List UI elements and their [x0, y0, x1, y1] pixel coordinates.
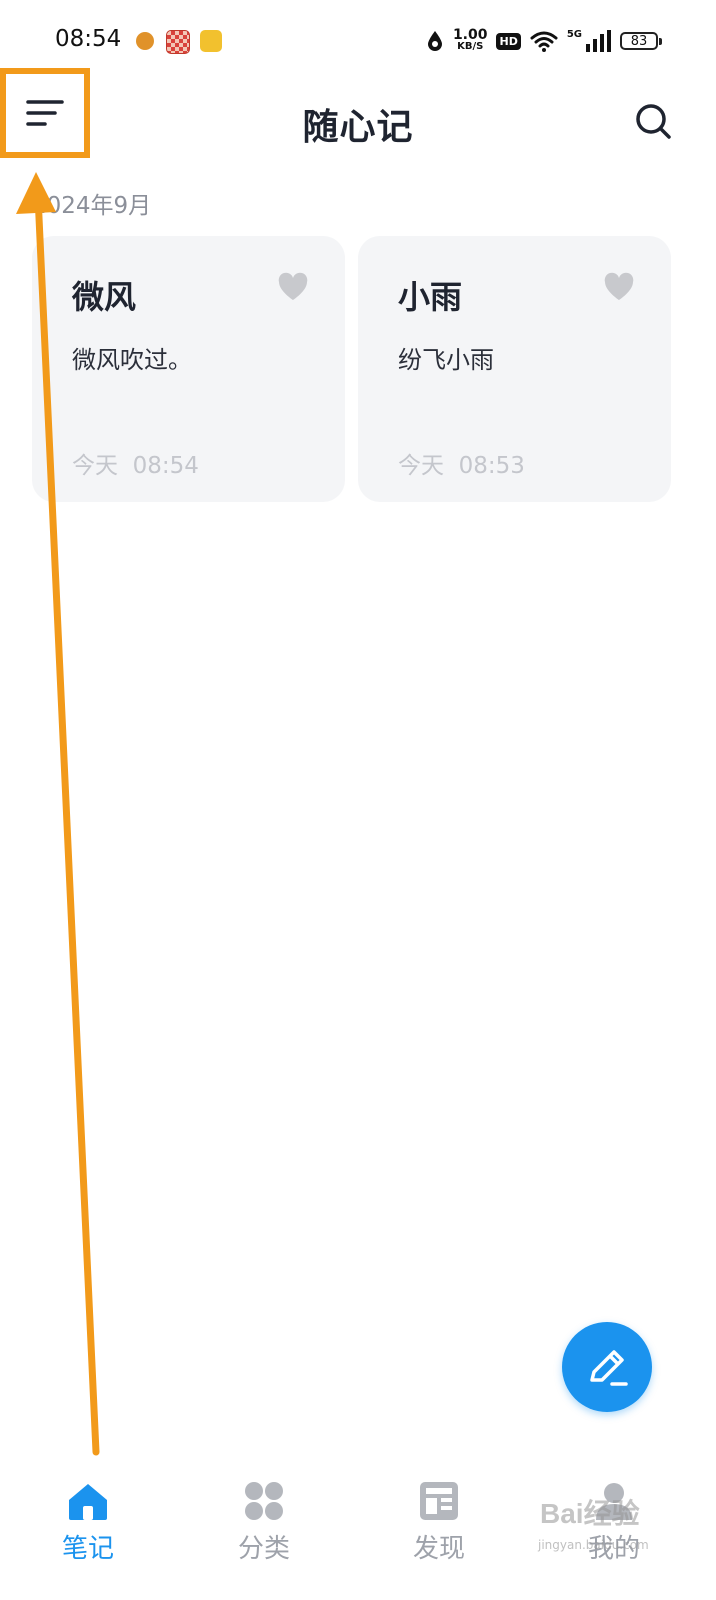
status-time: 08:54 [55, 26, 122, 52]
note-title: 微风 [72, 278, 137, 316]
data-saver-icon [427, 31, 442, 51]
nav-label: 发现 [412, 1534, 465, 1564]
note-body: 微风吹过。 [72, 346, 192, 374]
compose-button[interactable] [562, 1322, 652, 1412]
search-button[interactable] [630, 98, 676, 144]
watermark-url: jingyan.baidu.com [538, 1538, 649, 1552]
nav-item-category[interactable]: 分类 [204, 1480, 324, 1565]
note-body: 纷飞小雨 [398, 346, 494, 374]
category-icon [245, 1482, 283, 1520]
status-indicators: 1.00 KB/S HD 5G 83 [426, 26, 662, 56]
app-notification-icon [136, 32, 154, 50]
battery-level: 83 [630, 33, 648, 49]
note-time: 今天 08:54 [72, 453, 199, 479]
note-card[interactable]: 小雨 纷飞小雨 今天 08:53 [358, 236, 671, 502]
heart-icon[interactable] [603, 272, 635, 302]
nav-label: 分类 [237, 1534, 290, 1564]
watermark: Bai经验 [540, 1498, 640, 1529]
search-icon [636, 104, 671, 139]
home-icon [69, 1484, 107, 1520]
pencil-icon [590, 1350, 628, 1386]
app-notification-icon [200, 30, 222, 52]
heart-icon[interactable] [277, 272, 309, 302]
page-title: 随心记 [302, 107, 414, 148]
nav-label: 笔记 [61, 1534, 114, 1564]
app-notification-icon [166, 30, 190, 54]
hd-badge: HD [496, 32, 521, 50]
signal-type: 5G [566, 28, 582, 40]
wifi-icon [530, 31, 558, 52]
nav-item-notes[interactable]: 笔记 [28, 1480, 148, 1565]
nav-item-discover[interactable]: 发现 [379, 1480, 499, 1565]
battery-icon: 83 [620, 32, 662, 50]
status-bar: 08:54 1.00 KB/S HD 5G 83 [0, 0, 716, 80]
signal-icon [586, 30, 611, 52]
month-label: 2024年9月 [32, 193, 152, 219]
note-card[interactable]: 微风 微风吹过。 今天 08:54 [32, 236, 345, 502]
discover-icon [420, 1482, 458, 1520]
network-speed: 1.00 KB/S [452, 27, 488, 52]
bottom-nav: 笔记 分类 发现 我的 [0, 1468, 716, 1600]
note-title: 小雨 [398, 278, 463, 316]
note-time: 今天 08:53 [398, 453, 525, 479]
